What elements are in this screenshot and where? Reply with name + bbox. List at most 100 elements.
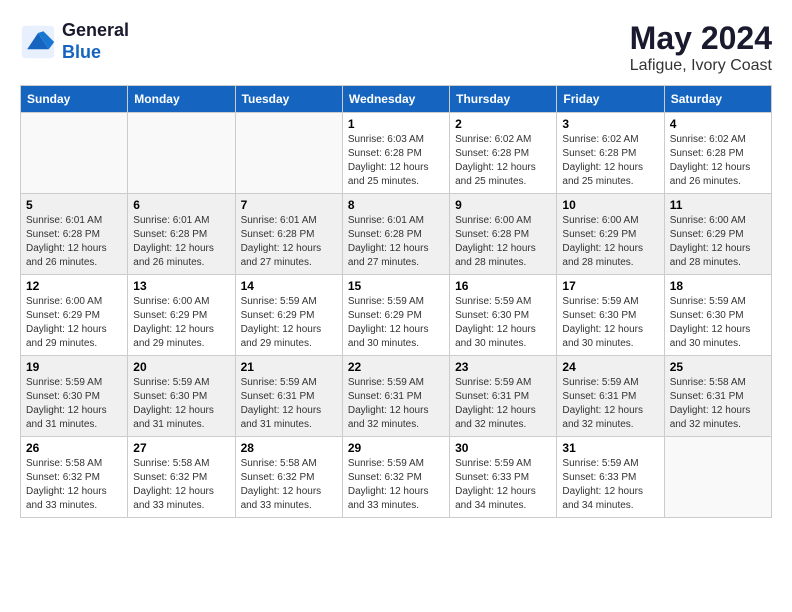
day-number: 20 [133, 360, 229, 374]
day-info: Sunrise: 6:01 AMSunset: 6:28 PMDaylight:… [26, 214, 122, 270]
day-cell: 12Sunrise: 6:00 AMSunset: 6:29 PMDayligh… [21, 275, 128, 356]
day-cell: 9 Sunrise: 6:00 AMSunset: 6:28 PMDaylight… [450, 194, 557, 275]
day-info: Sunrise: 5:59 AMSunset: 6:29 PMDaylight:… [348, 295, 444, 351]
day-number: 4 [670, 117, 766, 131]
weekday-header-thursday: Thursday [450, 86, 557, 113]
day-number: 19 [26, 360, 122, 374]
day-number: 7 [241, 198, 337, 212]
day-cell: 6 Sunrise: 6:01 AMSunset: 6:28 PMDaylight… [128, 194, 235, 275]
day-info: Sunrise: 5:59 AMSunset: 6:31 PMDaylight:… [348, 376, 444, 432]
day-cell: 31 Sunrise: 5:59 AMSunset: 6:33 PMDayligh… [557, 437, 664, 518]
logo-text: General Blue [62, 20, 129, 63]
day-info: Sunrise: 5:58 AMSunset: 6:32 PMDaylight:… [241, 457, 337, 513]
day-number: 16 [455, 279, 551, 293]
day-cell: 5Sunrise: 6:01 AMSunset: 6:28 PMDaylight… [21, 194, 128, 275]
day-info: Sunrise: 5:59 AMSunset: 6:30 PMDaylight:… [133, 376, 229, 432]
week-row-1: 1 Sunrise: 6:03 AMSunset: 6:28 PMDaylight… [21, 113, 772, 194]
day-cell: 15 Sunrise: 5:59 AMSunset: 6:29 PMDayligh… [342, 275, 449, 356]
day-cell: 1 Sunrise: 6:03 AMSunset: 6:28 PMDaylight… [342, 113, 449, 194]
day-info: Sunrise: 6:00 AMSunset: 6:29 PMDaylight:… [26, 295, 122, 351]
day-number: 3 [562, 117, 658, 131]
day-cell [21, 113, 128, 194]
day-info: Sunrise: 5:59 AMSunset: 6:33 PMDaylight:… [562, 457, 658, 513]
day-number: 27 [133, 441, 229, 455]
day-info: Sunrise: 6:00 AMSunset: 6:29 PMDaylight:… [133, 295, 229, 351]
month-year: May 2024 [630, 20, 772, 57]
day-cell: 19 Sunrise: 5:59 AMSunset: 6:30 PMDayligh… [21, 356, 128, 437]
weekday-header-sunday: Sunday [21, 86, 128, 113]
day-info: Sunrise: 5:58 AMSunset: 6:32 PMDaylight:… [26, 457, 122, 513]
day-info: Sunrise: 5:59 AMSunset: 6:31 PMDaylight:… [455, 376, 551, 432]
day-cell: 23 Sunrise: 5:59 AMSunset: 6:31 PMDayligh… [450, 356, 557, 437]
day-info: Sunrise: 6:01 AMSunset: 6:28 PMDaylight:… [133, 214, 229, 270]
day-info: Sunrise: 5:59 AMSunset: 6:30 PMDaylight:… [670, 295, 766, 351]
day-info: Sunrise: 6:00 AMSunset: 6:28 PMDaylight:… [455, 214, 551, 270]
day-info: Sunrise: 5:59 AMSunset: 6:29 PMDaylight:… [241, 295, 337, 351]
day-info: Sunrise: 5:59 AMSunset: 6:30 PMDaylight:… [26, 376, 122, 432]
day-number: 18 [670, 279, 766, 293]
week-row-5: 26 Sunrise: 5:58 AMSunset: 6:32 PMDayligh… [21, 437, 772, 518]
day-cell: 26 Sunrise: 5:58 AMSunset: 6:32 PMDayligh… [21, 437, 128, 518]
day-number: 1 [348, 117, 444, 131]
day-cell: 25 Sunrise: 5:58 AMSunset: 6:31 PMDayligh… [664, 356, 771, 437]
day-cell: 30Sunrise: 5:59 AMSunset: 6:33 PMDayligh… [450, 437, 557, 518]
weekday-header-wednesday: Wednesday [342, 86, 449, 113]
day-number: 26 [26, 441, 122, 455]
day-number: 22 [348, 360, 444, 374]
day-cell: 17Sunrise: 5:59 AMSunset: 6:30 PMDayligh… [557, 275, 664, 356]
day-cell: 28Sunrise: 5:58 AMSunset: 6:32 PMDayligh… [235, 437, 342, 518]
day-info: Sunrise: 6:01 AMSunset: 6:28 PMDaylight:… [241, 214, 337, 270]
logo-blue: Blue [62, 42, 101, 62]
day-cell: 8 Sunrise: 6:01 AMSunset: 6:28 PMDaylight… [342, 194, 449, 275]
location: Lafigue, Ivory Coast [630, 57, 772, 75]
day-number: 24 [562, 360, 658, 374]
day-info: Sunrise: 6:03 AMSunset: 6:28 PMDaylight:… [348, 133, 444, 189]
day-cell: 4Sunrise: 6:02 AMSunset: 6:28 PMDaylight… [664, 113, 771, 194]
day-number: 23 [455, 360, 551, 374]
day-cell: 11 Sunrise: 6:00 AMSunset: 6:29 PMDayligh… [664, 194, 771, 275]
day-info: Sunrise: 6:00 AMSunset: 6:29 PMDaylight:… [670, 214, 766, 270]
day-info: Sunrise: 5:58 AMSunset: 6:32 PMDaylight:… [133, 457, 229, 513]
day-number: 8 [348, 198, 444, 212]
day-cell: 27 Sunrise: 5:58 AMSunset: 6:32 PMDayligh… [128, 437, 235, 518]
weekday-header-saturday: Saturday [664, 86, 771, 113]
weekday-header-friday: Friday [557, 86, 664, 113]
week-row-4: 19 Sunrise: 5:59 AMSunset: 6:30 PMDayligh… [21, 356, 772, 437]
day-number: 10 [562, 198, 658, 212]
day-info: Sunrise: 6:00 AMSunset: 6:29 PMDaylight:… [562, 214, 658, 270]
day-number: 11 [670, 198, 766, 212]
weekday-header-monday: Monday [128, 86, 235, 113]
day-info: Sunrise: 5:58 AMSunset: 6:31 PMDaylight:… [670, 376, 766, 432]
logo-icon [20, 24, 56, 60]
week-row-2: 5Sunrise: 6:01 AMSunset: 6:28 PMDaylight… [21, 194, 772, 275]
logo-general: General [62, 20, 129, 40]
calendar: SundayMondayTuesdayWednesdayThursdayFrid… [20, 85, 772, 518]
day-number: 9 [455, 198, 551, 212]
day-cell: 20 Sunrise: 5:59 AMSunset: 6:30 PMDayligh… [128, 356, 235, 437]
day-cell: 13 Sunrise: 6:00 AMSunset: 6:29 PMDayligh… [128, 275, 235, 356]
day-number: 6 [133, 198, 229, 212]
day-cell: 29 Sunrise: 5:59 AMSunset: 6:32 PMDayligh… [342, 437, 449, 518]
day-info: Sunrise: 6:01 AMSunset: 6:28 PMDaylight:… [348, 214, 444, 270]
logo: General Blue [20, 20, 129, 63]
day-number: 31 [562, 441, 658, 455]
day-cell: 21Sunrise: 5:59 AMSunset: 6:31 PMDayligh… [235, 356, 342, 437]
day-info: Sunrise: 5:59 AMSunset: 6:32 PMDaylight:… [348, 457, 444, 513]
day-info: Sunrise: 6:02 AMSunset: 6:28 PMDaylight:… [455, 133, 551, 189]
title-block: May 2024 Lafigue, Ivory Coast [630, 20, 772, 75]
day-cell [664, 437, 771, 518]
weekday-header-tuesday: Tuesday [235, 86, 342, 113]
day-cell: 24 Sunrise: 5:59 AMSunset: 6:31 PMDayligh… [557, 356, 664, 437]
weekday-header-row: SundayMondayTuesdayWednesdayThursdayFrid… [21, 86, 772, 113]
day-info: Sunrise: 6:02 AMSunset: 6:28 PMDaylight:… [562, 133, 658, 189]
day-cell: 18 Sunrise: 5:59 AMSunset: 6:30 PMDayligh… [664, 275, 771, 356]
day-info: Sunrise: 5:59 AMSunset: 6:33 PMDaylight:… [455, 457, 551, 513]
day-number: 13 [133, 279, 229, 293]
day-number: 29 [348, 441, 444, 455]
day-number: 21 [241, 360, 337, 374]
day-cell: 10 Sunrise: 6:00 AMSunset: 6:29 PMDayligh… [557, 194, 664, 275]
day-number: 15 [348, 279, 444, 293]
day-number: 25 [670, 360, 766, 374]
day-info: Sunrise: 5:59 AMSunset: 6:31 PMDaylight:… [562, 376, 658, 432]
day-number: 2 [455, 117, 551, 131]
